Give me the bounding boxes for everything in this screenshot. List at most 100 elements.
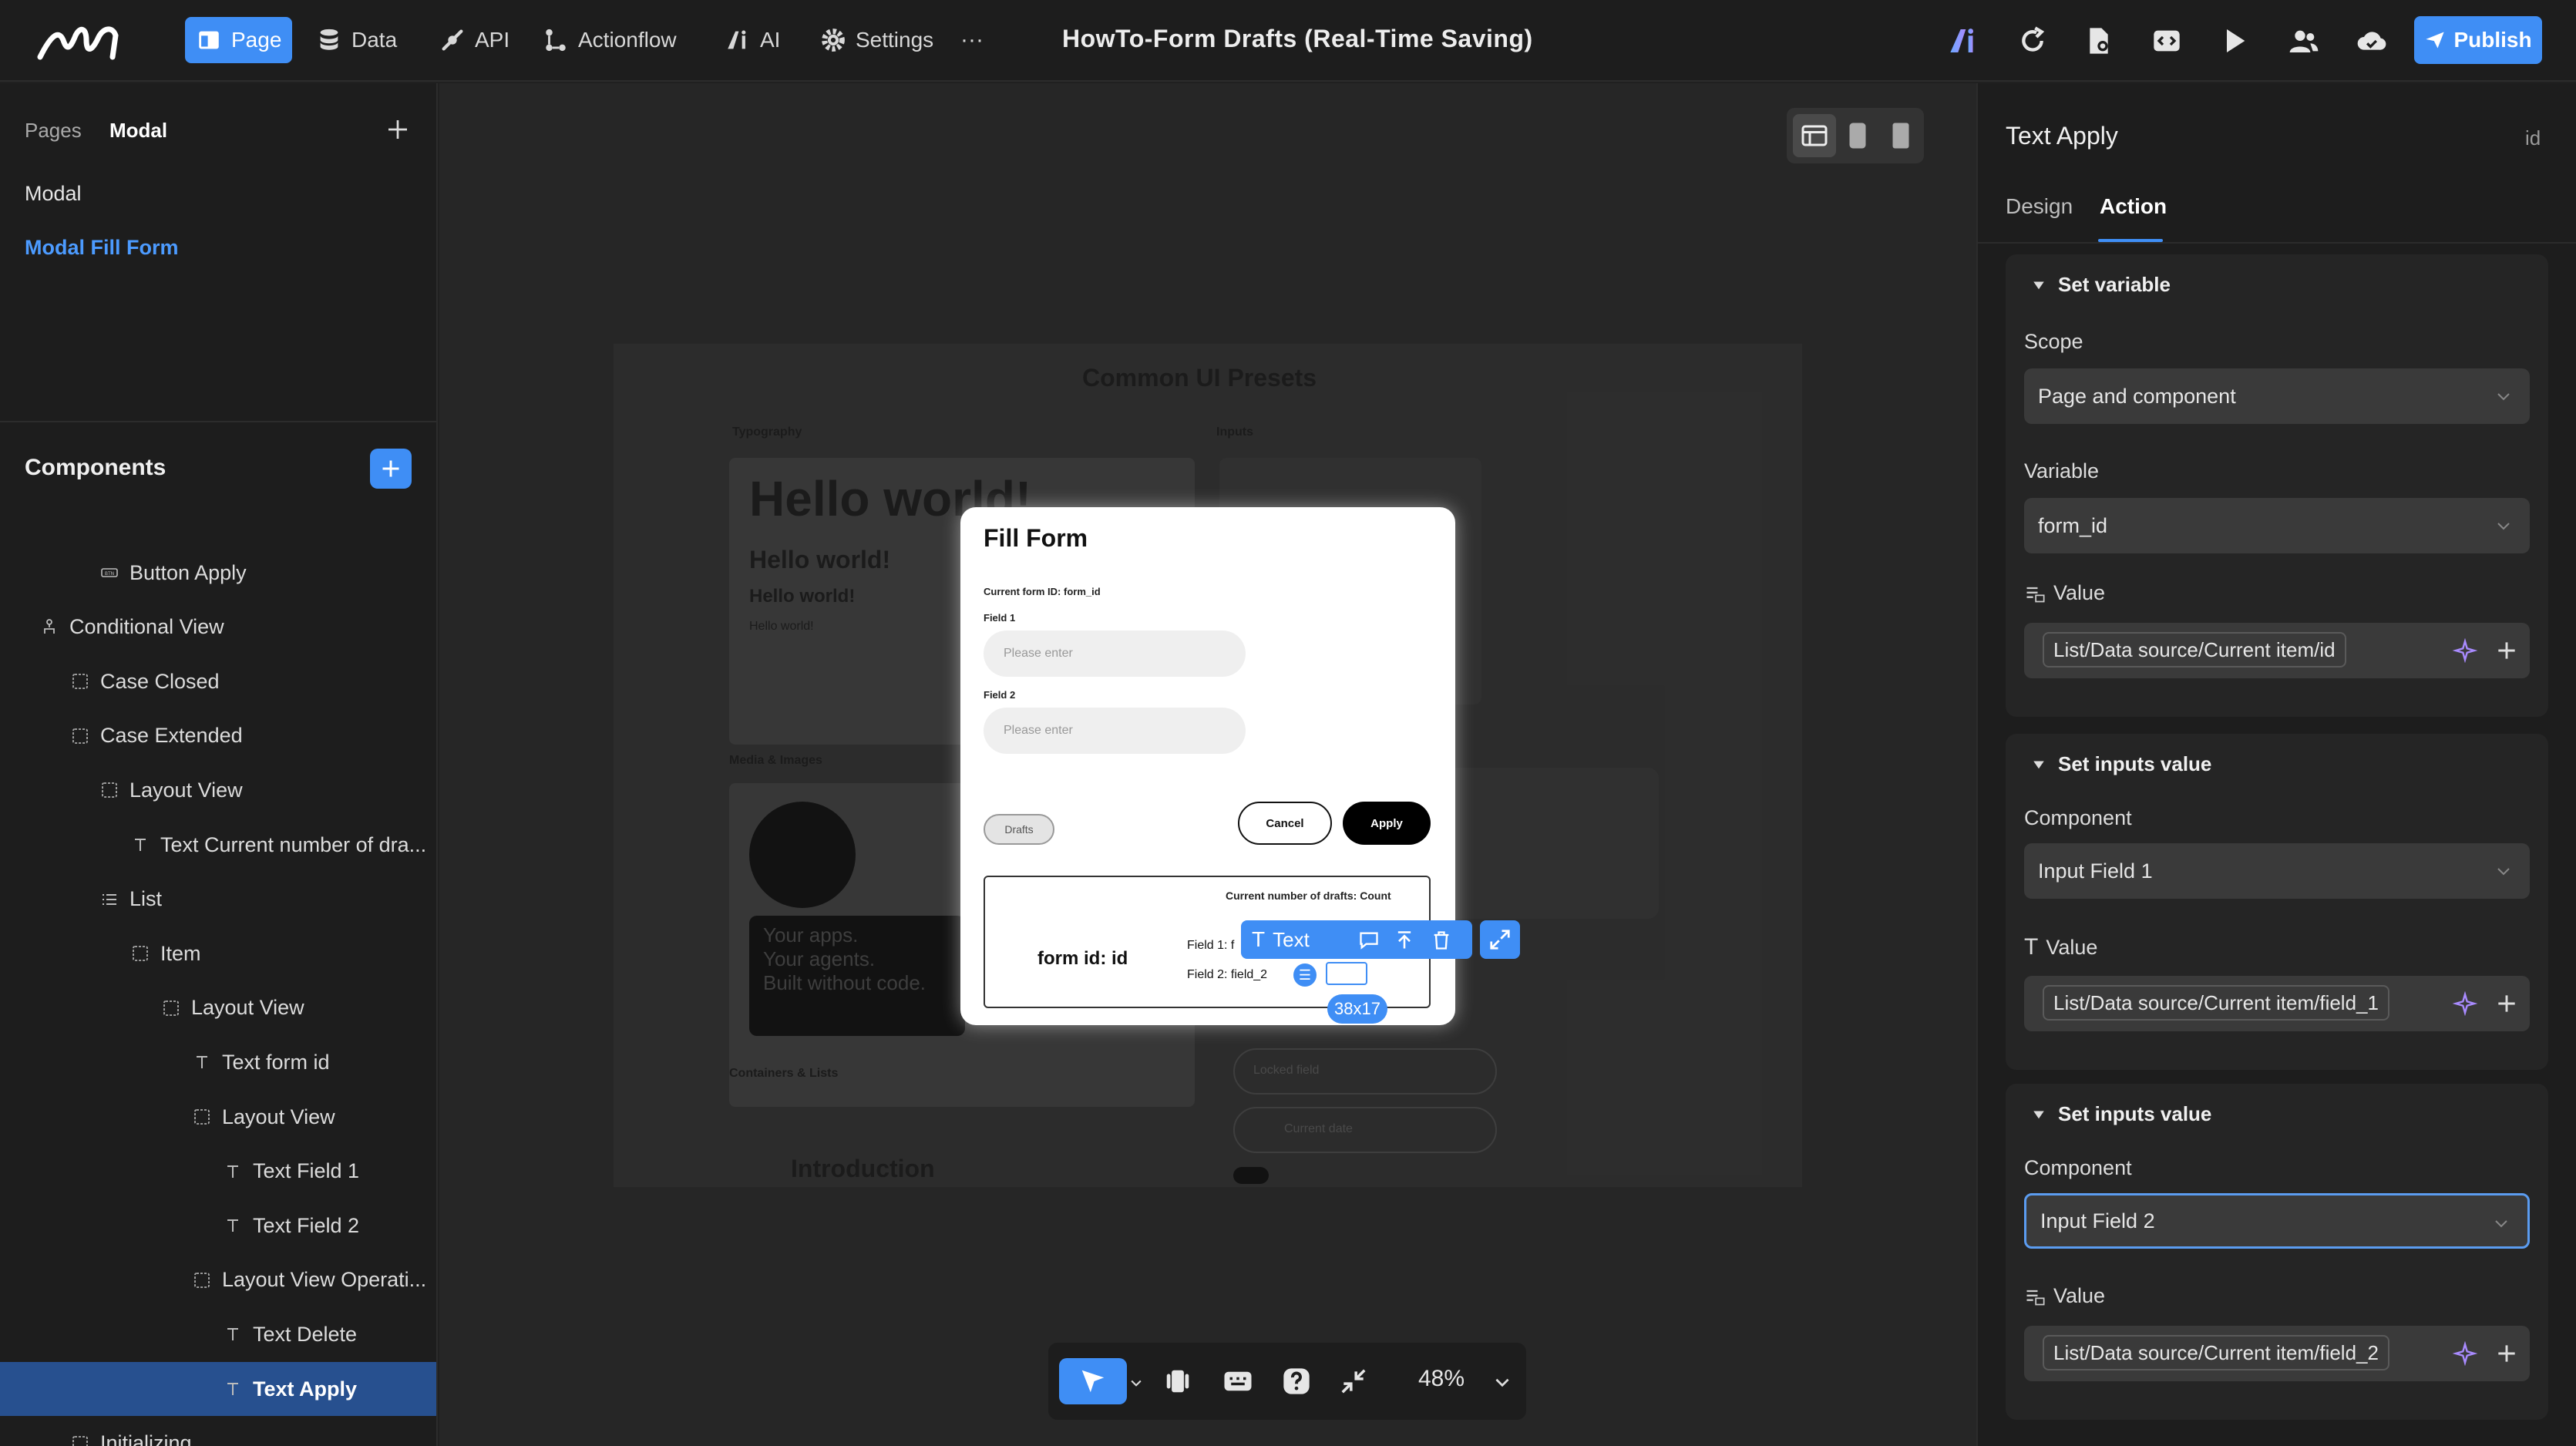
tree-item[interactable]: Text Delete [0, 1307, 436, 1361]
help-button[interactable] [1273, 1358, 1320, 1404]
chevron-down-icon [2497, 393, 2510, 401]
ai-sparkle-icon[interactable] [2453, 638, 2477, 663]
more-menu-button[interactable]: ··· [950, 17, 994, 63]
collapse-button[interactable] [1330, 1358, 1377, 1404]
plus-icon [382, 460, 399, 477]
app-logo[interactable] [35, 20, 122, 63]
delete-icon[interactable]: ☰ [1293, 963, 1317, 987]
component-select[interactable]: Input Field 1 [2024, 843, 2530, 899]
component-id-label[interactable]: id [2525, 126, 2541, 150]
nav-page[interactable]: Page [185, 17, 293, 63]
select-tool-button[interactable] [1059, 1358, 1127, 1404]
cancel-button[interactable]: Cancel [1238, 802, 1332, 845]
keyboard-button[interactable] [1215, 1358, 1261, 1404]
components-tool-button[interactable] [1155, 1358, 1201, 1404]
zoom-dropdown-icon[interactable] [1492, 1372, 1512, 1392]
value-field[interactable]: List/Data source/Current item/field_1 [2024, 976, 2530, 1031]
tree-item[interactable]: Conditional View [0, 600, 436, 654]
ai-sparkle-icon[interactable] [2453, 991, 2477, 1016]
page-item-modal-fill-form[interactable]: Modal Fill Form [25, 236, 179, 260]
ai-assistant-button[interactable] [1945, 23, 1981, 59]
value-label-text: Value [2053, 1284, 2106, 1307]
component-value: Input Field 2 [2040, 1209, 2155, 1232]
tree-item[interactable]: Item [0, 926, 436, 980]
trash-icon[interactable] [1431, 930, 1452, 951]
tab-design[interactable]: Design [2006, 194, 2073, 219]
section-header[interactable]: Set variable [2032, 273, 2171, 297]
nav-actionflow[interactable]: Actionflow [532, 17, 688, 63]
tree-item[interactable]: BTN Button Apply [0, 546, 436, 600]
move-up-icon[interactable] [1394, 930, 1415, 951]
section-header[interactable]: Set inputs value [2032, 1102, 2211, 1126]
cursor-icon [1081, 1370, 1105, 1393]
variable-select[interactable]: form_id [2024, 498, 2530, 553]
tree-item[interactable]: Case Extended [0, 709, 436, 763]
device-tablet-button[interactable] [1836, 114, 1879, 157]
field1-input[interactable]: Please enter [984, 631, 1246, 677]
refresh-button[interactable] [2015, 23, 2050, 59]
zoom-level[interactable]: 48% [1418, 1366, 1465, 1392]
tree-item-label: Text Field 1 [253, 1159, 360, 1183]
nav-page-label: Page [231, 28, 282, 52]
tree-item[interactable]: Layout View [0, 981, 436, 1035]
expand-selection-button[interactable] [1480, 920, 1520, 959]
nav-api[interactable]: API [429, 17, 520, 63]
add-icon[interactable] [2494, 991, 2519, 1016]
nav-ai[interactable]: AI [714, 17, 791, 63]
tab-modal[interactable]: Modal [109, 119, 167, 143]
left-sidebar: Pages Modal Modal Modal Fill Form Compon… [0, 83, 438, 1446]
section-header[interactable]: Set inputs value [2032, 752, 2211, 776]
apply-button[interactable]: Apply [1343, 802, 1431, 845]
device-switcher [1787, 108, 1924, 163]
add-page-icon[interactable] [385, 117, 410, 142]
scope-select[interactable]: Page and component [2024, 368, 2530, 424]
drafts-button[interactable]: Drafts [984, 814, 1054, 845]
add-icon[interactable] [2494, 1341, 2519, 1366]
top-bar: Page Data API Actionflow AI Settings ···… [0, 0, 2576, 82]
device-mobile-button[interactable] [1879, 114, 1922, 157]
button-icon: BTN [101, 568, 118, 577]
tree-item[interactable]: Text Field 1 [0, 1145, 436, 1199]
collaborators-button[interactable] [2286, 23, 2322, 59]
device-desktop-button[interactable] [1793, 114, 1836, 157]
tree-item[interactable]: List [0, 873, 436, 926]
chevron-down-icon[interactable] [1128, 1375, 1144, 1391]
value-field[interactable]: List/Data source/Current item/field_2 [2024, 1326, 2530, 1381]
collapse-icon [1341, 1369, 1366, 1394]
tree-item[interactable]: Text Field 2 [0, 1199, 436, 1253]
tree-item[interactable]: Text Current number of dra... [0, 818, 436, 872]
value-binding[interactable]: List/Data source/Current item/id [2043, 632, 2346, 668]
tab-action[interactable]: Action [2100, 194, 2167, 219]
ai-sparkle-icon[interactable] [2453, 1341, 2477, 1366]
tree-item[interactable]: Layout View [0, 1090, 436, 1144]
comment-icon[interactable] [1358, 930, 1380, 951]
tree-item[interactable]: Case Closed [0, 654, 436, 708]
value-label: Value [2024, 1284, 2105, 1308]
tree-item[interactable]: Layout View Operati... [0, 1253, 436, 1307]
tree-item[interactable]: Layout View [0, 763, 436, 817]
selected-apply-text[interactable] [1326, 962, 1367, 985]
tree-item-label: Item [160, 941, 201, 965]
code-button[interactable] [2149, 23, 2184, 59]
nav-settings[interactable]: Settings [809, 17, 944, 63]
preview-button[interactable] [2217, 23, 2252, 59]
tree-item[interactable]: Text form id [0, 1035, 436, 1089]
tree-item[interactable]: Initializing [0, 1417, 436, 1446]
value-field[interactable]: List/Data source/Current item/id [2024, 623, 2530, 678]
file-gear-icon [2090, 28, 2108, 54]
tree-item[interactable]: Text Apply [0, 1362, 436, 1416]
add-component-button[interactable] [370, 449, 412, 489]
component-select[interactable]: Input Field 2 [2024, 1193, 2530, 1249]
field2-input[interactable]: Please enter [984, 708, 1246, 754]
tab-pages[interactable]: Pages [25, 119, 82, 143]
value-binding[interactable]: List/Data source/Current item/field_2 [2043, 1335, 2389, 1370]
canvas[interactable]: Common UI Presets Typography Inputs Hell… [439, 83, 1976, 1446]
page-item-modal[interactable]: Modal [25, 182, 82, 206]
publish-button[interactable]: Publish [2414, 16, 2542, 64]
cloud-save-button[interactable] [2354, 23, 2389, 59]
add-icon[interactable] [2494, 638, 2519, 663]
value-binding[interactable]: List/Data source/Current item/field_1 [2043, 985, 2389, 1021]
text-icon [197, 1056, 207, 1069]
page-settings-button[interactable] [2081, 23, 2117, 59]
nav-data[interactable]: Data [305, 17, 408, 63]
